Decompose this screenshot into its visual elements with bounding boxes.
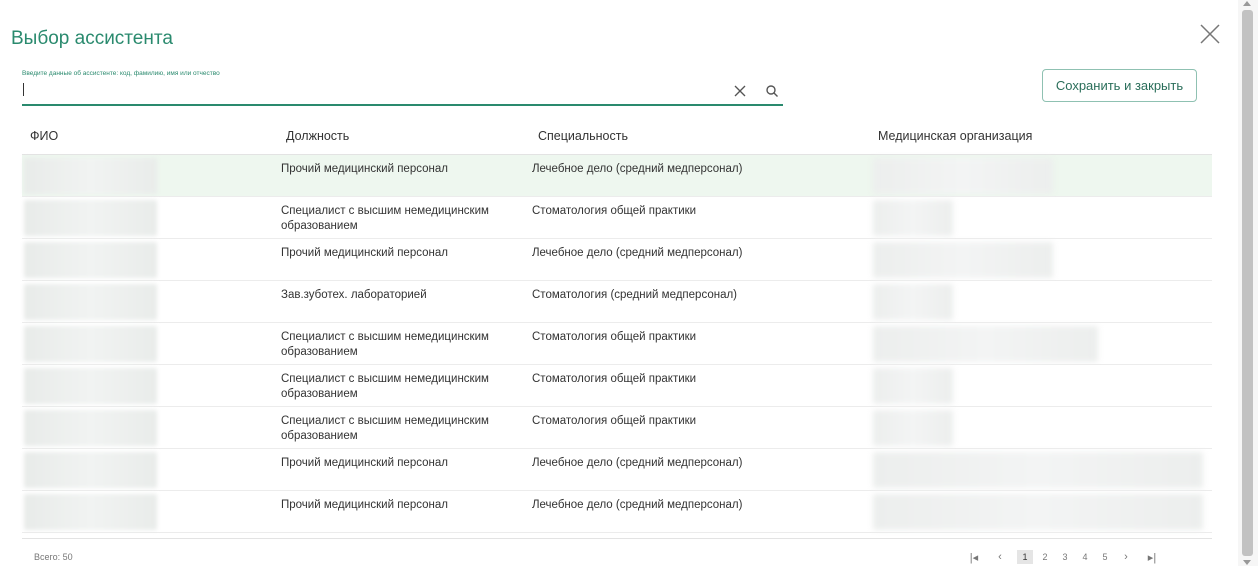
cell-specialty: Лечебное дело (средний медперсонал) — [532, 163, 743, 175]
redacted-fio — [24, 410, 157, 446]
total-count: Всего: 50 — [34, 552, 73, 562]
redacted-fio — [24, 326, 157, 362]
redacted-organization — [873, 284, 953, 320]
table-row[interactable]: Прочий медицинский персонал Лечебное дело… — [22, 449, 1212, 491]
redacted-organization — [873, 200, 953, 236]
clear-icon[interactable] — [733, 84, 747, 98]
table-row[interactable]: Прочий медицинский персонал Лечебное дело… — [22, 239, 1212, 281]
column-header-position[interactable]: Должность — [286, 129, 349, 143]
redacted-organization — [873, 410, 953, 446]
cell-position: Прочий медицинский персонал — [281, 499, 448, 511]
cell-position: Специалист с высшим немедицинским образо… — [281, 331, 489, 358]
cell-specialty: Стоматология (средний медперсонал) — [532, 289, 738, 301]
column-header-fio[interactable]: ФИО — [30, 129, 58, 143]
table-row[interactable]: Специалист с высшим немедицинским образо… — [22, 323, 1212, 365]
redacted-fio — [24, 452, 157, 488]
cell-position: Специалист с высшим немедицинским образо… — [281, 415, 489, 442]
cell-specialty: Лечебное дело (средний медперсонал) — [532, 499, 743, 511]
assistants-table: ФИО Должность Специальность Медицинская … — [22, 118, 1212, 533]
assistant-selection-dialog: Выбор ассистента Введите данные об ассис… — [0, 0, 1236, 566]
page-number-5[interactable]: 5 — [1097, 550, 1113, 564]
scrollbar-thumb[interactable] — [1242, 10, 1253, 556]
cell-specialty: Лечебное дело (средний медперсонал) — [532, 247, 743, 259]
cell-position: Прочий медицинский персонал — [281, 247, 448, 259]
page-number-3[interactable]: 3 — [1057, 550, 1073, 564]
cell-position: Прочий медицинский персонал — [281, 163, 448, 175]
cell-specialty: Стоматология общей практики — [532, 415, 697, 427]
table-row[interactable]: Специалист с высшим немедицинским образо… — [22, 197, 1212, 239]
first-page-icon[interactable]: |◂ — [965, 551, 983, 564]
cell-position: Специалист с высшим немедицинским образо… — [281, 205, 489, 232]
table-row[interactable]: Прочий медицинский персонал Лечебное дело… — [22, 491, 1212, 533]
search-field: Введите данные об ассистенте: код, фамил… — [22, 70, 783, 106]
page-number-2[interactable]: 2 — [1037, 550, 1053, 564]
redacted-fio — [24, 494, 157, 530]
table-row[interactable]: Зав.зуботех. лабораторией Стоматология (с… — [22, 281, 1212, 323]
cell-position: Прочий медицинский персонал — [281, 457, 448, 469]
cell-position: Зав.зуботех. лабораторией — [281, 289, 427, 301]
page-numbers: 12345 — [1017, 550, 1117, 564]
close-icon[interactable] — [1198, 22, 1222, 46]
pagination: |◂ ‹ 12345 › ▸| — [965, 549, 1169, 565]
search-label: Введите данные об ассистенте: код, фамил… — [22, 70, 220, 77]
redacted-fio — [24, 368, 157, 404]
redacted-organization — [873, 494, 1203, 530]
cell-specialty: Лечебное дело (средний медперсонал) — [532, 457, 743, 469]
redacted-fio — [24, 200, 157, 236]
next-page-icon[interactable]: › — [1117, 551, 1135, 563]
last-page-icon[interactable]: ▸| — [1143, 551, 1161, 564]
redacted-fio — [24, 242, 157, 278]
prev-page-icon[interactable]: ‹ — [991, 551, 1009, 563]
redacted-organization — [873, 452, 1203, 488]
column-header-specialty[interactable]: Специальность — [538, 129, 628, 143]
scroll-up-icon[interactable] — [1243, 1, 1251, 6]
dialog-title: Выбор ассистента — [11, 28, 173, 49]
page-number-4[interactable]: 4 — [1077, 550, 1093, 564]
save-and-close-button[interactable]: Сохранить и закрыть — [1042, 69, 1197, 102]
cell-specialty: Стоматология общей практики — [532, 373, 697, 385]
redacted-organization — [873, 158, 1053, 194]
cell-specialty: Стоматология общей практики — [532, 331, 697, 343]
table-row[interactable]: Специалист с высшим немедицинским образо… — [22, 365, 1212, 407]
redacted-fio — [24, 158, 157, 194]
page-number-1[interactable]: 1 — [1017, 550, 1033, 564]
footer-divider — [22, 538, 1212, 539]
table-header: ФИО Должность Специальность Медицинская … — [22, 118, 1212, 155]
cell-specialty: Стоматология общей практики — [532, 205, 697, 217]
table-row[interactable]: Специалист с высшим немедицинским образо… — [22, 407, 1212, 449]
search-input[interactable] — [22, 82, 712, 102]
column-header-organization[interactable]: Медицинская организация — [878, 129, 1032, 143]
search-icon[interactable] — [765, 84, 779, 98]
text-cursor — [23, 83, 24, 96]
redacted-organization — [873, 326, 1098, 362]
redacted-fio — [24, 284, 157, 320]
scroll-down-icon[interactable] — [1243, 560, 1251, 565]
table-row[interactable]: Прочий медицинский персонал Лечебное дело… — [22, 155, 1212, 197]
redacted-organization — [873, 242, 1053, 278]
table-body: Прочий медицинский персонал Лечебное дело… — [22, 155, 1212, 533]
redacted-organization — [873, 368, 953, 404]
cell-position: Специалист с высшим немедицинским образо… — [281, 373, 489, 400]
